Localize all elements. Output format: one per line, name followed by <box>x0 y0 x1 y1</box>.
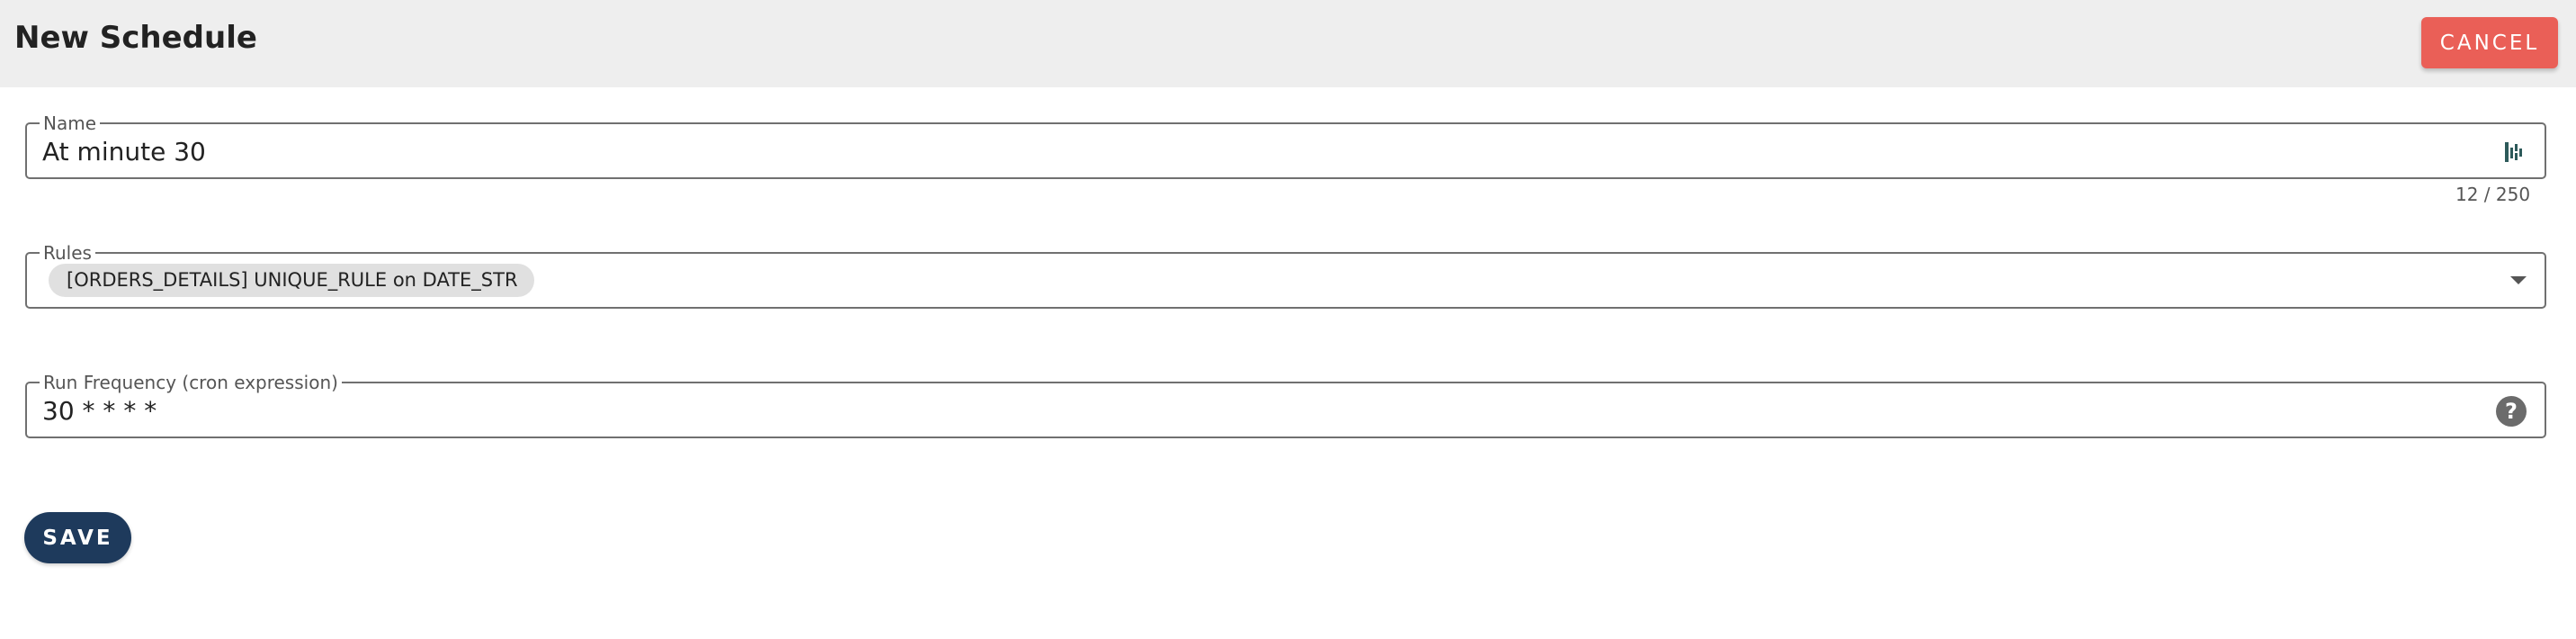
grammar-assistant-icon[interactable] <box>2503 140 2523 164</box>
rule-chip[interactable]: [ORDERS_DETAILS] UNIQUE_RULE on DATE_STR <box>49 264 534 297</box>
help-icon[interactable]: ? <box>2496 396 2527 427</box>
name-char-counter: 12 / 250 <box>2455 184 2531 205</box>
name-input[interactable]: At minute 30 <box>42 137 206 167</box>
rules-select[interactable]: Rules [ORDERS_DETAILS] UNIQUE_RULE on DA… <box>25 242 2546 309</box>
chevron-down-icon[interactable] <box>2510 276 2527 284</box>
name-field[interactable]: Name At minute 30 <box>25 112 2546 179</box>
run-frequency-label: Run Frequency (cron expression) <box>40 372 342 393</box>
run-frequency-field[interactable]: Run Frequency (cron expression) 30 * * *… <box>25 372 2546 438</box>
page-header: New Schedule CANCEL <box>0 0 2576 87</box>
run-frequency-input[interactable]: 30 * * * * <box>42 396 157 427</box>
page-title: New Schedule <box>14 20 257 56</box>
save-button[interactable]: SAVE <box>24 512 131 563</box>
rules-field-label: Rules <box>40 242 95 264</box>
name-field-label: Name <box>40 112 101 134</box>
cancel-button[interactable]: CANCEL <box>2421 17 2558 68</box>
